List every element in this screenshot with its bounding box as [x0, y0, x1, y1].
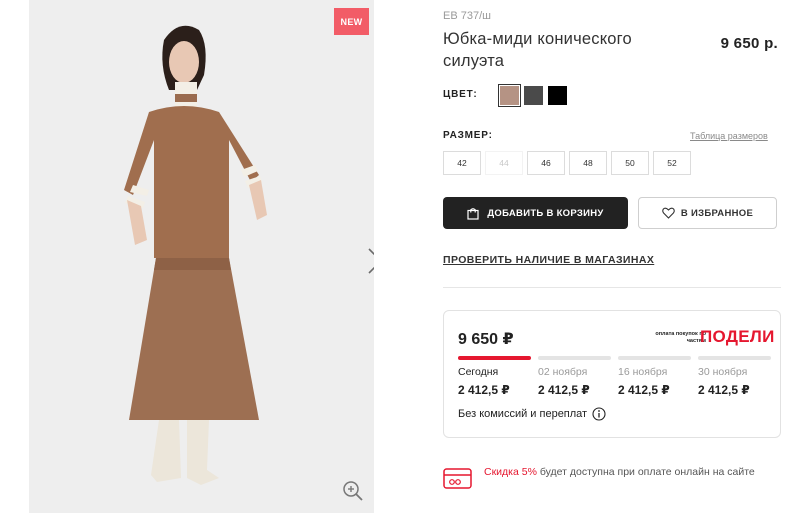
installment-date: Сегодня: [458, 366, 499, 378]
heart-icon: [662, 207, 675, 219]
color-swatch[interactable]: [498, 84, 521, 107]
installment-progress-bar: [538, 356, 611, 360]
add-to-cart-button[interactable]: ДОБАВИТЬ В КОРЗИНУ: [443, 197, 628, 229]
installment-step: 16 ноября 2 412,5 ₽: [618, 356, 691, 397]
add-to-favorites-button[interactable]: В ИЗБРАННОЕ: [638, 197, 777, 229]
product-sku: EB 737/ш: [443, 10, 491, 22]
installment-amount: 2 412,5 ₽: [538, 383, 590, 397]
color-swatches: [498, 84, 567, 107]
product-photo: [124, 25, 267, 485]
card-discount-icon: [443, 468, 472, 489]
chevron-right-icon[interactable]: [365, 247, 374, 275]
installment-amount: 2 412,5 ₽: [618, 383, 670, 397]
installment-amount: 2 412,5 ₽: [458, 383, 510, 397]
provider-note: оплата покупок по частям: [655, 331, 706, 344]
installments-footer: Без комиссий и переплат: [458, 407, 606, 421]
size-label: РАЗМЕР:: [443, 130, 493, 141]
installment-progress-bar: [698, 356, 771, 360]
size-option[interactable]: 50: [611, 151, 649, 175]
installments-footer-text: Без комиссий и переплат: [458, 408, 588, 420]
product-title: Юбка-миди конического силуэта: [443, 30, 632, 70]
installment-date: 30 ноября: [698, 366, 748, 378]
installment-step: 02 ноября 2 412,5 ₽: [538, 356, 611, 397]
add-to-favorites-label: В ИЗБРАННОЕ: [680, 207, 754, 219]
size-options: 42 44 46 48 50 52: [443, 151, 691, 175]
provider-logo: ПОДЕЛИ: [700, 327, 775, 346]
size-chart-link[interactable]: Таблица размеров: [690, 131, 768, 141]
color-label: ЦВЕТ:: [443, 89, 478, 100]
discount-highlight: Скидка 5%: [484, 466, 537, 478]
color-swatch[interactable]: [548, 86, 567, 105]
shopping-bag-icon: [467, 207, 479, 220]
size-option[interactable]: 52: [653, 151, 691, 175]
installment-date: 02 ноября: [538, 366, 588, 378]
discount-description: будет доступна при оплате онлайн на сайт…: [536, 466, 755, 478]
new-badge: NEW: [334, 8, 369, 35]
check-availability-link[interactable]: ПРОВЕРИТЬ НАЛИЧИЕ В МАГАЗИНАХ: [443, 254, 654, 266]
size-option[interactable]: 44: [485, 151, 523, 175]
size-option[interactable]: 46: [527, 151, 565, 175]
product-price: 9 650 р.: [720, 35, 778, 52]
add-to-cart-label: ДОБАВИТЬ В КОРЗИНУ: [487, 207, 604, 219]
online-discount-notice: Скидка 5% будет доступна при оплате онла…: [484, 464, 764, 481]
size-option[interactable]: 48: [569, 151, 607, 175]
installment-progress-bar: [618, 356, 691, 360]
installments-total: 9 650 ₽: [458, 331, 514, 348]
installment-step: 30 ноября 2 412,5 ₽: [698, 356, 771, 397]
size-option[interactable]: 42: [443, 151, 481, 175]
info-icon[interactable]: [592, 407, 606, 421]
installments-card: 9 650 ₽ оплата покупок по частям ПОДЕЛИ …: [443, 310, 781, 438]
zoom-in-icon[interactable]: [342, 480, 364, 502]
installment-schedule: Сегодня 2 412,5 ₽ 02 ноября 2 412,5 ₽ 16…: [458, 356, 771, 397]
installment-progress-bar: [458, 356, 531, 360]
installment-amount: 2 412,5 ₽: [698, 383, 750, 397]
installment-date: 16 ноября: [618, 366, 668, 378]
divider: [443, 287, 781, 288]
color-swatch[interactable]: [524, 86, 543, 105]
installment-step: Сегодня 2 412,5 ₽: [458, 356, 531, 397]
product-gallery[interactable]: NEW: [29, 0, 374, 513]
